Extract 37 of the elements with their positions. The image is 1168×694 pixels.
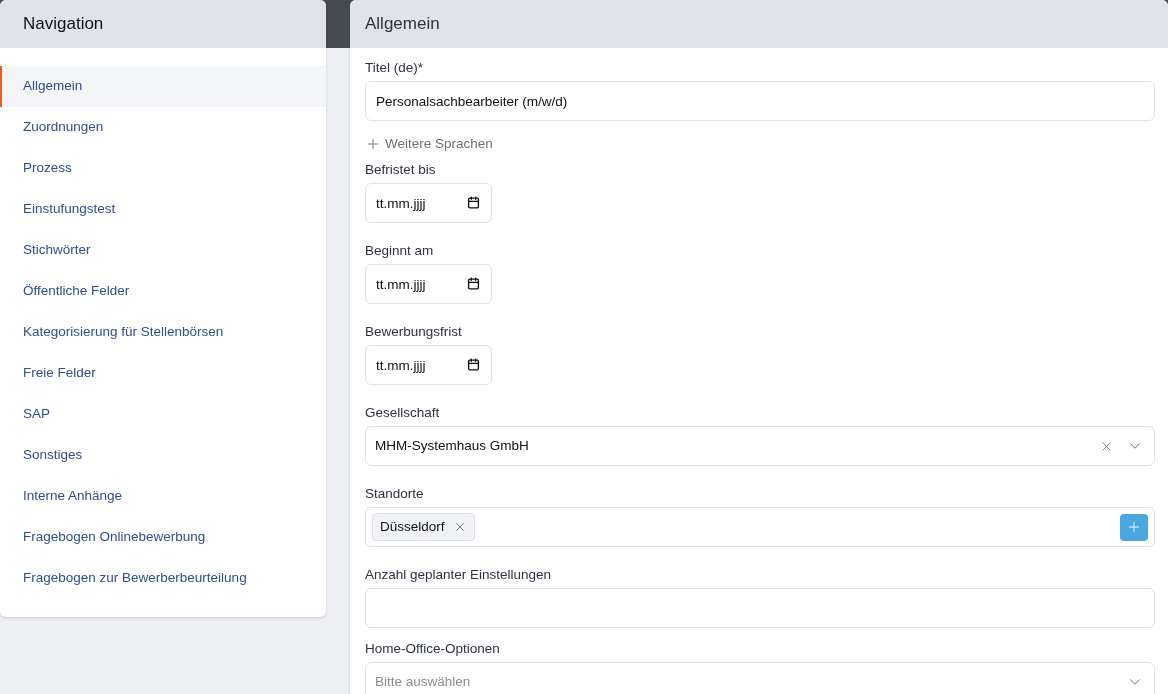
select-field[interactable]: Bitte auswählen: [365, 662, 1155, 694]
nav-item[interactable]: Interne Anhänge: [0, 476, 326, 517]
text-field[interactable]: Personalsachbearbeiter (m/w/d): [365, 81, 1155, 121]
field-label: Gesellschaft: [365, 405, 440, 422]
field-label: Titel (de)*: [365, 60, 423, 76]
more-languages-link[interactable]: Weitere Sprachen: [365, 134, 493, 155]
field-label: Befristet bis: [365, 162, 436, 179]
form-title: Allgemein: [365, 13, 440, 36]
navigation-title: Navigation: [23, 13, 104, 36]
select-field[interactable]: MHM-Systemhaus GmbH: [365, 426, 1155, 467]
nav-item[interactable]: SAP: [0, 394, 326, 435]
nav-item[interactable]: Prozess: [0, 148, 326, 189]
nav-item[interactable]: Öffentliche Felder: [0, 271, 326, 312]
nav-item[interactable]: Freie Felder: [0, 353, 326, 394]
nav-item[interactable]: Fragebogen Onlinebewerbung: [0, 517, 326, 558]
nav-item[interactable]: Einstufungstest: [0, 189, 326, 230]
nav-item[interactable]: Stichwörter: [0, 230, 326, 271]
date-field[interactable]: tt.mm.jjjj: [365, 183, 492, 224]
date-field[interactable]: tt.mm.jjjj: [365, 264, 492, 305]
field-label: Bewerbungsfrist: [365, 324, 462, 341]
field-label: Standorte: [365, 486, 424, 503]
add-button[interactable]: [1120, 513, 1148, 541]
date-field[interactable]: tt.mm.jjjj: [365, 345, 492, 386]
calendar-icon[interactable]: [467, 196, 480, 210]
text-field[interactable]: [365, 588, 1155, 629]
calendar-icon[interactable]: [467, 358, 480, 372]
nav-item[interactable]: Kategorisierung für Stellenbörsen: [0, 312, 326, 353]
field-label: Anzahl geplanter Einstellungen: [365, 567, 552, 584]
field-label: Home-Office-Optionen: [365, 641, 500, 658]
tag-chip: Düsseldorf: [372, 513, 475, 542]
field-label: Beginnt am: [365, 243, 434, 260]
nav-item[interactable]: Allgemein: [0, 66, 326, 107]
tags-field[interactable]: Düsseldorf: [365, 507, 1155, 548]
nav-item[interactable]: Sonstiges: [0, 435, 326, 476]
nav-item[interactable]: Zuordnungen: [0, 107, 326, 148]
nav-item[interactable]: Fragebogen zur Bewerberbeurteilung: [0, 558, 326, 599]
calendar-icon[interactable]: [467, 277, 480, 291]
